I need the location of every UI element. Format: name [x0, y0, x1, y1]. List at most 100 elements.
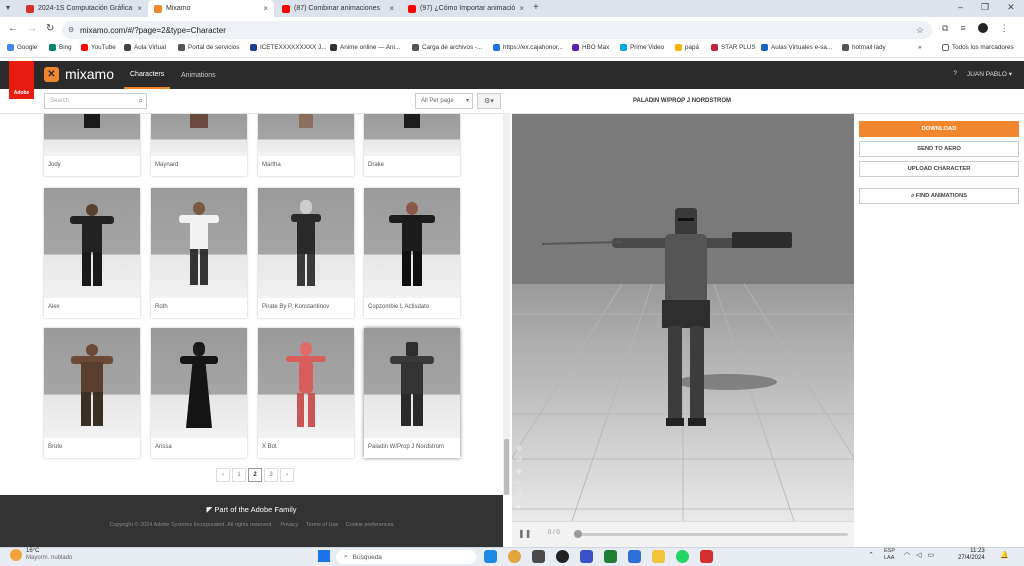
reload-icon[interactable]: ↻ [46, 23, 54, 34]
tab-youtube-combinar[interactable]: (87) Combinar animaciones × [276, 0, 400, 17]
bookmark-star[interactable]: STAR PLUS [711, 44, 756, 51]
file-explorer-icon[interactable] [652, 550, 665, 563]
character-card-selected[interactable]: Paladin W/Prop J Nordstrom [364, 328, 460, 458]
per-page-select[interactable]: All Per page ▾ [415, 93, 473, 109]
adobe-logo[interactable]: Adobe [9, 61, 34, 99]
bookmark-papa[interactable]: papá [675, 44, 699, 51]
scrollbar-thumb[interactable] [504, 439, 509, 495]
send-to-aero-button[interactable]: SEND TO AERO [859, 141, 1019, 157]
character-card[interactable]: Roth [151, 188, 247, 318]
close-icon[interactable]: × [137, 4, 142, 13]
all-bookmarks[interactable]: Todos los marcadores [942, 44, 1014, 51]
unity-icon[interactable] [556, 550, 569, 563]
taskbar-search[interactable]: ⌕ Búsqueda [336, 550, 476, 564]
character-card[interactable]: Brute [44, 328, 140, 458]
terms-link[interactable]: Terms of Use [306, 522, 338, 528]
search-input[interactable]: Search ⌕ [44, 93, 147, 109]
profile-avatar[interactable] [977, 23, 988, 33]
search-icon[interactable]: ⌕ [139, 96, 143, 106]
character-card[interactable]: Martha [258, 114, 354, 176]
download-button[interactable]: DOWNLOAD [859, 121, 1019, 137]
upload-character-button[interactable]: UPLOAD CHARACTER [859, 161, 1019, 177]
close-icon[interactable]: × [263, 4, 268, 13]
tab-mixamo[interactable]: Mixamo × [148, 0, 274, 17]
mixamo-logo[interactable]: ✕ mixamo [44, 66, 114, 82]
battery-icon[interactable]: ▭ [928, 551, 935, 559]
bookmark-icetex[interactable]: ICETEXXXXXXXXX J... [250, 44, 327, 51]
bookmark-cajahonor[interactable]: https://ex.cajahonor... [493, 44, 563, 51]
close-icon[interactable]: × [389, 4, 394, 13]
wifi-icon[interactable]: ◠ [904, 551, 910, 559]
address-bar[interactable]: ⚙ mixamo.com/#/?page=2&type=Character ☆ [62, 21, 932, 39]
restore-icon[interactable]: ❐ [981, 2, 989, 13]
prev-page-button[interactable]: ‹ [216, 468, 230, 482]
character-card[interactable]: Alex [44, 188, 140, 318]
menu-icon[interactable]: ⋮ [1000, 23, 1009, 34]
pause-icon[interactable]: ❚❚ [518, 529, 531, 538]
media-icon[interactable]: ≡ [960, 23, 965, 34]
visual-studio-icon[interactable] [580, 550, 593, 563]
bookmark-star-icon[interactable]: ☆ [916, 25, 924, 36]
bookmark-prime[interactable]: Prime Video [620, 44, 664, 51]
character-card[interactable]: Maynard [151, 114, 247, 176]
bookmark-carga[interactable]: Carga de archivos -... [412, 44, 482, 51]
forward-icon[interactable]: → [27, 23, 37, 34]
edge-icon[interactable] [484, 550, 497, 563]
tab-youtube-importar[interactable]: (97) ¿Cómo Importar animació × [402, 0, 528, 17]
bookmark-google[interactable]: Google [7, 44, 37, 51]
bookmark-hotmail[interactable]: hotmail lady [842, 44, 886, 51]
camera-icon[interactable]: ■ [516, 504, 522, 511]
tab-characters[interactable]: Characters [124, 61, 171, 89]
word-icon[interactable] [628, 550, 641, 563]
bookmark-bing[interactable]: Bing [49, 44, 72, 51]
bookmark-aula[interactable]: Aula Virtual [124, 44, 166, 51]
excel-icon[interactable] [604, 550, 617, 563]
reset-view-icon[interactable]: ↺ [516, 456, 522, 464]
notifications-icon[interactable]: 🔔 [1000, 551, 1009, 559]
privacy-link[interactable]: Privacy [280, 522, 298, 528]
cookie-preferences-link[interactable]: Cookie preferences [346, 522, 394, 528]
minimize-icon[interactable]: – [958, 2, 963, 13]
bookmark-portal[interactable]: Portal de servicios [178, 44, 239, 51]
weather-icon[interactable] [10, 549, 22, 561]
new-tab-icon[interactable]: + [533, 2, 539, 13]
character-card[interactable]: Copzombie L Actisdato [364, 188, 460, 318]
window-close-icon[interactable]: ✕ [1007, 2, 1015, 13]
find-animations-button[interactable]: ⌕ FIND ANIMATIONS [859, 188, 1019, 204]
user-menu[interactable]: JUAN PABLO ▾ [967, 70, 1012, 78]
start-icon[interactable] [318, 550, 330, 562]
help-icon[interactable]: ? [953, 70, 957, 78]
power-icon[interactable]: ⏻ [516, 492, 522, 500]
3d-viewport[interactable] [512, 114, 854, 521]
bookmark-youtube[interactable]: YouTube [81, 44, 116, 51]
globe-icon[interactable]: ◍ [516, 444, 522, 452]
weather-widget[interactable]: 16°C Mayorm. nublado [26, 548, 72, 562]
more-bookmarks-icon[interactable]: » [918, 44, 922, 51]
timeline-handle[interactable] [574, 530, 582, 538]
volume-icon[interactable]: ◁ [916, 551, 921, 559]
page-1-button[interactable]: 1 [232, 468, 246, 482]
page-2-button[interactable]: 2 [248, 468, 262, 482]
extensions-icon[interactable]: ⧉ [942, 23, 948, 34]
character-card[interactable]: Arissa [151, 328, 247, 458]
bookmark-hbo[interactable]: HBO Max [572, 44, 609, 51]
timeline-slider[interactable] [576, 533, 848, 536]
grid-scrollbar[interactable] [503, 114, 510, 495]
zoom-icon[interactable]: ⌕ [516, 480, 522, 488]
character-card[interactable]: X Bot [258, 328, 354, 458]
tab-search-icon[interactable]: ▾ [6, 3, 10, 12]
back-icon[interactable]: ← [8, 23, 18, 34]
site-info-icon[interactable]: ⚙ [68, 26, 74, 34]
character-card[interactable]: Pirate By P. Konstantinov [258, 188, 354, 318]
chrome-icon[interactable] [508, 550, 521, 563]
page-3-button[interactable]: 3 [264, 468, 278, 482]
bookmark-anime[interactable]: Anime online — Ani... [330, 44, 400, 51]
bookmark-aulas[interactable]: Aulas Virtuales e-sa... [761, 44, 832, 51]
settings-dropdown[interactable]: ⚙▾ [477, 93, 501, 109]
character-card[interactable]: Jody [44, 114, 140, 176]
tray-chevron-icon[interactable]: ⌃ [868, 551, 874, 559]
close-icon[interactable]: × [519, 4, 524, 13]
tab-course[interactable]: 2024-1S Computación Gráfica × [20, 0, 148, 17]
acrobat-icon[interactable] [700, 550, 713, 563]
whatsapp-icon[interactable] [676, 550, 689, 563]
